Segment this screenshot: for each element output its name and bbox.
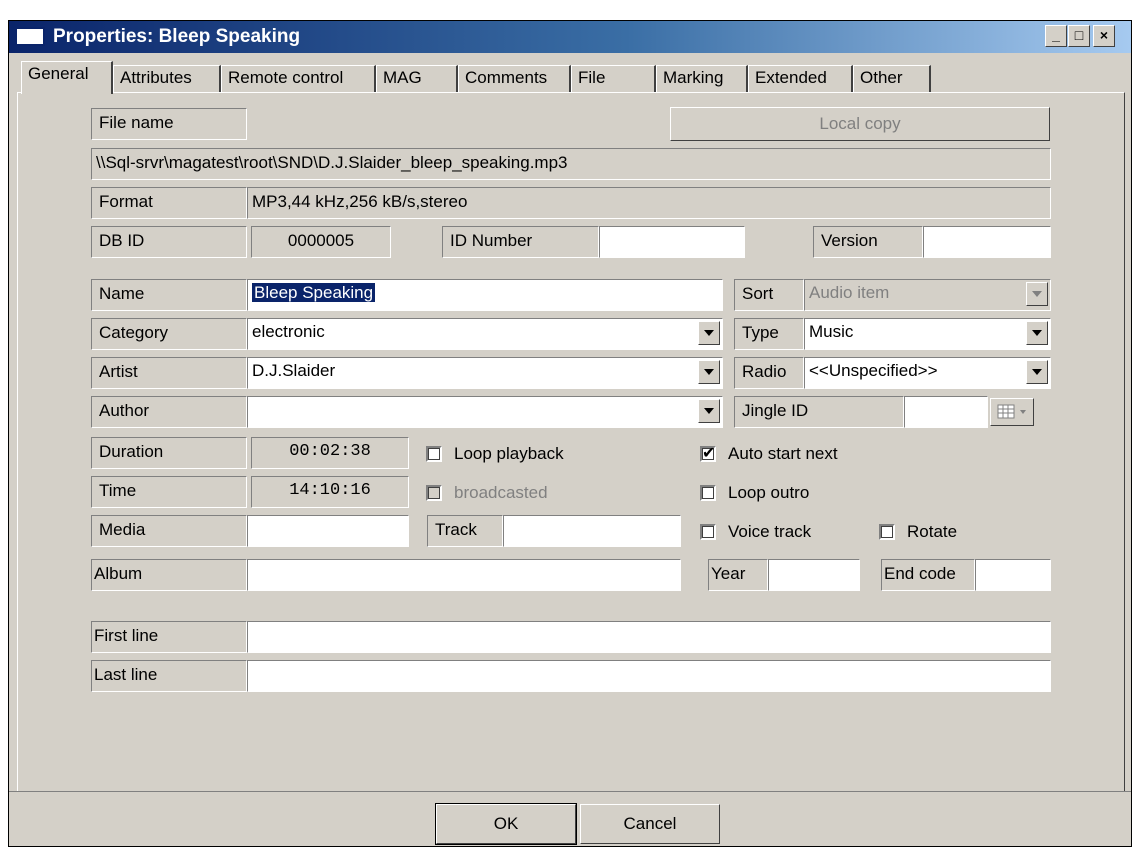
id-number-input[interactable] <box>599 226 745 258</box>
first-line-label: First line <box>91 621 247 653</box>
window-title: Properties: Bleep Speaking <box>53 26 301 47</box>
version-label: Version <box>813 226 923 258</box>
local-copy-button[interactable]: Local copy <box>670 107 1050 141</box>
version-input[interactable] <box>923 226 1051 258</box>
tab-comments[interactable]: Comments <box>458 65 571 93</box>
file-path: \\Sql-srvr\magatest\root\SND\D.J.Slaider… <box>91 148 1051 180</box>
rotate-checkbox[interactable]: Rotate <box>879 520 957 544</box>
auto-start-next-checkbox[interactable]: Auto start next <box>700 442 838 466</box>
properties-window: Properties: Bleep Speaking _ □ × General… <box>8 20 1132 847</box>
author-select[interactable] <box>247 396 723 428</box>
album-label: Album <box>91 559 247 591</box>
category-select[interactable]: electronic <box>247 318 723 350</box>
tab-attributes[interactable]: Attributes <box>113 65 221 93</box>
type-dropdown-arrow-icon[interactable] <box>1026 321 1048 345</box>
author-label: Author <box>91 396 247 428</box>
close-button[interactable]: × <box>1093 25 1115 47</box>
end-code-input[interactable] <box>975 559 1051 591</box>
sort-label: Sort <box>734 279 804 311</box>
button-bar-divider <box>9 791 1131 792</box>
loop-playback-box[interactable] <box>426 446 442 462</box>
cancel-button[interactable]: Cancel <box>580 804 720 844</box>
jingle-id-input[interactable] <box>904 396 988 428</box>
loop-outro-box[interactable] <box>700 485 716 501</box>
category-dropdown-arrow-icon[interactable] <box>698 321 720 345</box>
tab-general[interactable]: General <box>21 61 113 94</box>
artist-select[interactable]: D.J.Slaider <box>247 357 723 389</box>
album-input[interactable] <box>247 559 681 591</box>
loop-outro-checkbox[interactable]: Loop outro <box>700 481 809 505</box>
file-name-label: File name <box>91 108 247 140</box>
db-id-label: DB ID <box>91 226 247 258</box>
tab-remote-control[interactable]: Remote control <box>221 65 376 93</box>
db-id-value: 0000005 <box>251 226 391 258</box>
jingle-id-label: Jingle ID <box>734 396 904 428</box>
name-input[interactable]: Bleep Speaking <box>247 279 723 311</box>
auto-start-next-box[interactable] <box>700 443 716 463</box>
radio-dropdown-arrow-icon[interactable] <box>1026 360 1048 384</box>
time-label: Time <box>91 476 247 508</box>
last-line-input[interactable] <box>247 660 1051 692</box>
track-input[interactable] <box>503 515 681 547</box>
loop-playback-checkbox[interactable]: Loop playback <box>426 442 564 466</box>
category-label: Category <box>91 318 247 350</box>
voice-track-checkbox[interactable]: Voice track <box>700 520 811 544</box>
maximize-button[interactable]: □ <box>1068 25 1090 47</box>
ok-button[interactable]: OK <box>435 803 577 845</box>
radio-label: Radio <box>734 357 804 389</box>
radio-select[interactable]: <<Unspecified>> <box>804 357 1051 389</box>
media-input[interactable] <box>247 515 409 547</box>
sort-dropdown-arrow-icon <box>1026 282 1048 306</box>
sort-select: Audio item <box>804 279 1051 311</box>
rotate-box[interactable] <box>879 524 895 540</box>
calendar-grid-icon <box>997 404 1026 419</box>
type-select[interactable]: Music <box>804 318 1051 350</box>
format-value: MP3,44 kHz,256 kB/s,stereo <box>247 187 1051 219</box>
duration-label: Duration <box>91 437 247 469</box>
track-label: Track <box>427 515 503 547</box>
tab-marking[interactable]: Marking <box>656 65 748 93</box>
year-input[interactable] <box>768 559 860 591</box>
name-label: Name <box>91 279 247 311</box>
format-label: Format <box>91 187 247 219</box>
first-line-input[interactable] <box>247 621 1051 653</box>
media-label: Media <box>91 515 247 547</box>
artist-dropdown-arrow-icon[interactable] <box>698 360 720 384</box>
artist-label: Artist <box>91 357 247 389</box>
calendar-picker-button[interactable] <box>990 398 1034 426</box>
end-code-label: End code <box>881 559 975 591</box>
year-label: Year <box>708 559 768 591</box>
tab-file[interactable]: File <box>571 65 656 93</box>
voice-track-box[interactable] <box>700 524 716 540</box>
title-bar[interactable]: Properties: Bleep Speaking _ □ × <box>9 21 1131 53</box>
general-tab-panel: File name Local copy \\Sql-srvr\magatest… <box>17 92 1125 792</box>
minimize-button[interactable]: _ <box>1045 25 1067 47</box>
window-icon[interactable] <box>15 27 45 46</box>
broadcasted-checkbox: broadcasted <box>426 481 548 505</box>
tab-other[interactable]: Other <box>853 65 931 93</box>
tab-extended[interactable]: Extended <box>748 65 853 93</box>
last-line-label: Last line <box>91 660 247 692</box>
author-dropdown-arrow-icon[interactable] <box>698 399 720 423</box>
id-number-label: ID Number <box>442 226 599 258</box>
name-selected-text: Bleep Speaking <box>252 283 376 302</box>
broadcasted-box <box>426 485 442 501</box>
duration-value: 00:02:38 <box>251 437 409 469</box>
time-value: 14:10:16 <box>251 476 409 508</box>
type-label: Type <box>734 318 804 350</box>
tab-mag[interactable]: MAG <box>376 65 458 93</box>
